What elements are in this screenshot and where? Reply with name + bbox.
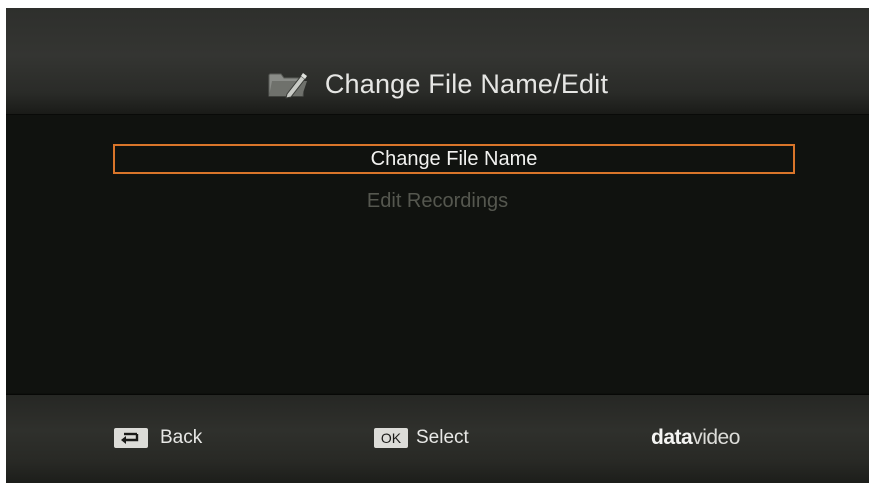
select-button[interactable]: OK Select [374, 427, 469, 449]
logo-bold-text: data [651, 426, 693, 449]
select-label: Select [416, 427, 469, 448]
device-screen: Change File Name/Edit Change File Name E… [6, 8, 869, 483]
back-label: Back [160, 427, 203, 448]
menu-item-edit-recordings[interactable]: Edit Recordings [6, 187, 869, 215]
ok-key-badge: OK [374, 428, 408, 448]
return-arrow-icon [114, 428, 148, 448]
datavideo-logo: data video [651, 426, 740, 449]
title-group: Change File Name/Edit [6, 64, 869, 104]
back-button[interactable]: Back [114, 427, 202, 449]
folder-edit-icon [267, 69, 311, 99]
title-bar: Change File Name/Edit [6, 8, 869, 115]
footer-bar: Back OK Select data video [6, 394, 869, 483]
menu-item-change-file-name[interactable]: Change File Name [113, 144, 795, 174]
logo-light-text: video [692, 426, 740, 449]
page-title: Change File Name/Edit [324, 68, 609, 99]
